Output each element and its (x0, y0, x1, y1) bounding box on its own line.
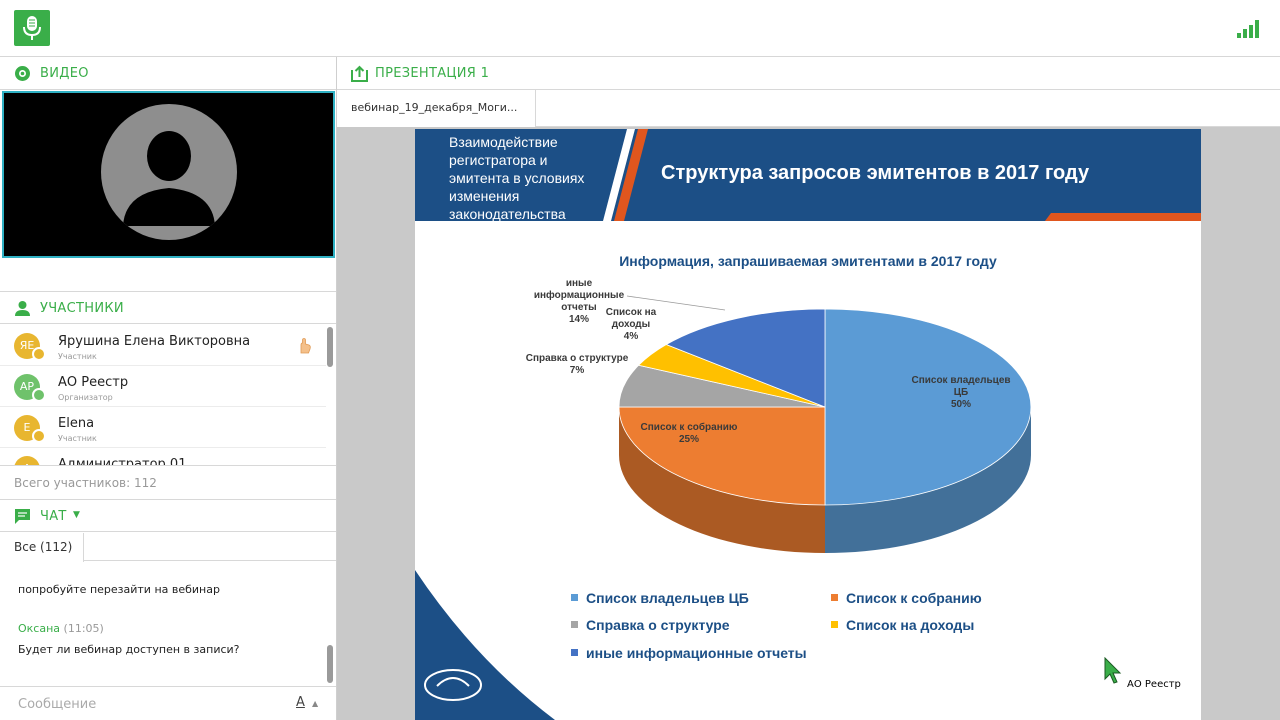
chart-title: Информация, запрашиваемая эмитентами в 2… (619, 253, 997, 269)
pie-label-line: информационные (533, 290, 625, 301)
chat-input[interactable]: Сообщение A ▲ (0, 686, 336, 720)
participant-name: Ярушина Елена Викторовна (58, 334, 251, 349)
slide-subtitle-line: эмитента в условиях (449, 170, 585, 186)
participant-row[interactable]: E Elena Участник (0, 407, 326, 448)
person-icon (15, 301, 30, 316)
participants-count: Всего участников: 112 (0, 465, 336, 499)
pie-label-owners: Список владельцев ЦБ 50% (901, 375, 1021, 411)
pie-label-line: 4% (623, 331, 639, 342)
pie-label-structure: Справка о структуре 7% (517, 353, 637, 377)
participant-row[interactable]: А Администратор 01 (0, 448, 326, 465)
legend-item: Список к собранию (831, 590, 982, 606)
presentation-panel-header: ПРЕЗЕНТАЦИЯ 1 (337, 57, 1280, 90)
font-format-icon[interactable]: A (296, 695, 305, 710)
video-stream[interactable] (2, 91, 335, 258)
participants-panel-header: УЧАСТНИКИ (0, 291, 336, 324)
message-time: (11:05) (63, 622, 104, 635)
pie-label-line: иные (565, 278, 593, 289)
participants-panel-title: УЧАСТНИКИ (40, 301, 124, 316)
video-panel-header: ВИДЕО (0, 57, 336, 90)
pie-label-line: 25% (678, 434, 699, 445)
author-name: Оксана (18, 622, 61, 635)
slide-subtitle-line: Взаимодействие (449, 134, 558, 150)
presentation-title: ПРЕЗЕНТАЦИЯ 1 (375, 66, 490, 81)
slide-subtitle-line: регистратора и (449, 152, 548, 168)
participant-role: Участник (58, 352, 97, 361)
legend-item: Список владельцев ЦБ (571, 590, 749, 606)
legend-swatch (831, 621, 838, 628)
pie-label-line: 50% (950, 399, 971, 410)
pie-label-line: отчеты (561, 302, 597, 313)
chat-input-placeholder: Сообщение (18, 697, 97, 712)
left-column: ВИДЕО УЧАСТНИКИ ЯЕ Ярушина Елена Викторо… (0, 57, 337, 720)
participant-name: АО Реестр (58, 375, 129, 390)
pie-label-line: Справка о структуре (525, 353, 629, 364)
legend-swatch (571, 594, 578, 601)
slide-subtitle-line: законодательства (449, 206, 566, 222)
legend-item: Справка о структуре (571, 617, 730, 633)
upload-presentation-icon[interactable] (351, 65, 368, 82)
pie-label-line: Список владельцев (911, 375, 1011, 386)
legend-item: иные информационные отчеты (571, 645, 807, 661)
legend-swatch (831, 594, 838, 601)
legend-item: Список на доходы (831, 617, 974, 633)
slide-subtitle-line: изменения (449, 188, 520, 204)
chat-message-text: Будет ли вебинар доступен в записи? (18, 643, 240, 656)
participants-scrollbar[interactable] (327, 327, 333, 367)
participant-avatar: А (14, 456, 40, 465)
participant-role: Участник (58, 434, 97, 443)
participants-list: ЯЕ Ярушина Елена Викторовна Участник АР … (0, 325, 336, 465)
participant-name: Elena (58, 416, 95, 431)
chat-tabs: Все (112) (0, 533, 336, 562)
mouse-pointer-icon (1104, 657, 1122, 684)
legend-swatch (571, 649, 578, 656)
connection-signal-icon[interactable] (1237, 20, 1261, 38)
video-icon (15, 66, 30, 81)
participants-total: Всего участников: 112 (14, 476, 157, 490)
pie-chart (618, 295, 1032, 553)
pie-label-meeting: Список к собранию 25% (629, 422, 749, 446)
chat-scrollbar[interactable] (327, 645, 333, 683)
participant-row[interactable]: АР АО Реестр Организатор (0, 366, 326, 407)
chat-message-text: попробуйте перезайти на вебинар (18, 583, 220, 596)
organizer-crown-icon (32, 388, 46, 402)
chat-bubble-icon (15, 509, 30, 524)
chevron-down-icon[interactable]: ▼ (73, 510, 80, 520)
chat-message-author: Оксана (11:05) (18, 622, 104, 635)
chat-panel-header[interactable]: ЧАТ ▼ (0, 499, 336, 532)
chat-tab-all[interactable]: Все (112) (0, 533, 84, 562)
slide-title: Структура запросов эмитентов в 2017 году (661, 162, 1090, 184)
pie-label-other: иные информационные отчеты 14% (519, 278, 639, 326)
raised-hand-icon[interactable] (295, 337, 313, 355)
participant-role-icon (32, 429, 46, 443)
slide-corner-decoration (415, 570, 555, 720)
pie-label-line: 14% (568, 314, 589, 325)
top-bar (0, 0, 1280, 57)
pie-label-line: Список к собранию (640, 422, 738, 433)
participant-name: Администратор 01 (58, 457, 187, 465)
legend-label: Список к собранию (846, 590, 982, 606)
pie-label-line: ЦБ (953, 387, 969, 398)
pie-label-line: 7% (569, 365, 585, 376)
chat-panel-title: ЧАТ (40, 509, 67, 524)
legend-swatch (571, 621, 578, 628)
participant-role: Организатор (58, 393, 113, 402)
participant-role-icon (32, 347, 46, 361)
slide-subtitle: Взаимодействие регистратора и эмитента в… (449, 133, 584, 223)
presentation-slide: Взаимодействие регистратора и эмитента в… (415, 129, 1201, 720)
legend-label: Список на доходы (846, 617, 975, 633)
user-placeholder-avatar-icon (101, 104, 237, 240)
video-panel-title: ВИДЕО (40, 66, 89, 81)
legend-label: иные информационные отчеты (586, 645, 807, 661)
participant-row[interactable]: ЯЕ Ярушина Елена Викторовна Участник (0, 325, 326, 366)
slide-header: Взаимодействие регистратора и эмитента в… (415, 129, 1201, 223)
chevron-up-icon[interactable]: ▲ (312, 699, 318, 708)
legend-label: Справка о структуре (586, 617, 730, 633)
microphone-logo-icon[interactable] (14, 10, 50, 46)
document-tab[interactable]: вебинар_19_декабря_Моги... (337, 90, 536, 127)
legend-label: Список владельцев ЦБ (586, 590, 749, 606)
presentation-stage: Взаимодействие регистратора и эмитента в… (337, 127, 1280, 720)
pointer-owner-label: АО Реестр (1125, 679, 1183, 690)
